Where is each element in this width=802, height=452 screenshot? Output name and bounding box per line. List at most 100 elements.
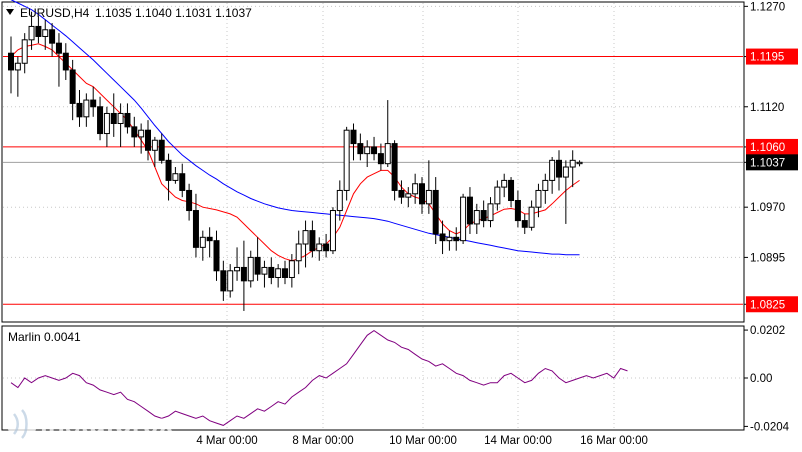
candle-body xyxy=(227,270,234,292)
candle-body xyxy=(192,210,199,248)
candle-body xyxy=(55,42,62,54)
candle-body xyxy=(514,199,521,222)
candle-body xyxy=(213,240,220,272)
candle-body xyxy=(90,99,97,108)
y-tick-label: 1.0895 xyxy=(750,252,785,264)
candle-body xyxy=(49,29,56,44)
candle-body xyxy=(425,189,432,205)
candle-body xyxy=(439,233,446,242)
candle-body xyxy=(405,193,412,198)
candle-body xyxy=(268,266,275,278)
candle-body xyxy=(473,210,480,225)
y-tick-label: 1.0970 xyxy=(750,202,785,214)
y-tick-label: 1.1270 xyxy=(750,1,785,13)
candle-body xyxy=(295,243,302,262)
candle-body xyxy=(528,206,535,228)
x-tick-label: 8 Mar 00:00 xyxy=(292,435,353,447)
candle-body xyxy=(261,266,268,275)
indicator-tick-label: 0.0202 xyxy=(750,325,785,337)
candle-body xyxy=(179,173,186,191)
instaforex-logo: instaforex Instant Forex Trading xyxy=(7,408,174,450)
y-tick-label: 1.1120 xyxy=(750,102,784,114)
level-price-label: 1.0825 xyxy=(750,299,785,311)
candle-body xyxy=(398,189,405,198)
watermark-brand: instaforex xyxy=(40,408,174,439)
candle-body xyxy=(172,173,179,181)
candle-body xyxy=(158,139,165,161)
candle-body xyxy=(103,112,110,135)
candle-body xyxy=(240,266,247,282)
chart-canvas: 1.1270 1.1195 1.1120 1.1060 1.1037 1.0970 1.08… xyxy=(1,0,798,450)
indicator-axis: 0.0202 0.00 -0.0204 xyxy=(744,325,790,433)
candle-body xyxy=(494,186,501,205)
candle-body xyxy=(460,196,467,242)
candle-body xyxy=(549,159,556,181)
candle-body xyxy=(35,25,42,37)
symbol-label: EURUSD,H4 xyxy=(20,6,90,20)
candle-body xyxy=(466,196,473,225)
candle-body xyxy=(453,236,460,242)
candle-body xyxy=(350,129,357,145)
indicator-label: Marlin 0.0041 xyxy=(8,330,81,344)
x-tick-label: 4 Mar 00:00 xyxy=(196,435,257,447)
candle-body xyxy=(377,153,384,165)
candle-body xyxy=(480,210,487,222)
candle-body xyxy=(42,29,49,37)
candle-body xyxy=(487,203,494,222)
current-price-label: 1.1037 xyxy=(750,157,785,169)
candle-body xyxy=(145,129,151,151)
ohlc-values: 1.1035 1.1040 1.1031 1.1037 xyxy=(95,6,252,20)
candle-body xyxy=(336,189,343,212)
candle-body xyxy=(8,52,14,71)
candle-body xyxy=(131,126,138,138)
candle-body xyxy=(151,139,158,151)
candle-body xyxy=(21,39,28,64)
candle-body xyxy=(343,129,350,191)
candle-body xyxy=(329,210,336,252)
candle-body xyxy=(206,236,213,242)
candle-body xyxy=(14,62,21,71)
candle-body xyxy=(391,143,398,191)
candle-body xyxy=(110,112,117,125)
candle-body xyxy=(535,189,542,208)
candle-body xyxy=(254,256,261,275)
candle-body xyxy=(138,129,145,138)
candle-body xyxy=(186,189,193,212)
candle-body xyxy=(76,102,83,118)
candle-body xyxy=(556,159,562,178)
candle-body xyxy=(364,146,371,155)
candle-body xyxy=(419,183,425,205)
candle xyxy=(329,207,336,255)
candle xyxy=(460,193,467,245)
candle-body xyxy=(384,143,391,165)
candle-body xyxy=(83,99,90,118)
candle-body xyxy=(97,106,104,135)
candle-body xyxy=(234,266,241,272)
candle-body xyxy=(357,143,364,155)
candle-body xyxy=(302,230,309,245)
candle-body xyxy=(28,25,35,41)
candle-body xyxy=(117,112,124,125)
candle-body xyxy=(316,243,323,252)
candle-body xyxy=(288,260,295,278)
x-tick-label: 16 Mar 00:00 xyxy=(580,435,648,447)
candle-body xyxy=(62,52,69,71)
candle-body xyxy=(562,166,569,178)
candle-body xyxy=(309,230,316,252)
candle-body xyxy=(323,243,330,252)
candle-body xyxy=(508,179,515,201)
candle-body xyxy=(275,268,282,278)
candle-body xyxy=(220,270,227,292)
candle-body xyxy=(199,236,206,248)
level-price-label: 1.1060 xyxy=(750,142,785,154)
watermark-tagline: Instant Forex Trading xyxy=(46,438,150,450)
candle-body xyxy=(432,189,439,235)
candle-body xyxy=(501,179,508,188)
candle-body xyxy=(165,159,172,181)
candle-body xyxy=(247,256,254,282)
candle-body xyxy=(569,159,576,168)
candle-body xyxy=(576,161,583,165)
candle-body xyxy=(521,220,528,228)
x-tick-label: 14 Mar 00:00 xyxy=(484,435,552,447)
indicator-tick-label: 0.00 xyxy=(750,373,772,385)
